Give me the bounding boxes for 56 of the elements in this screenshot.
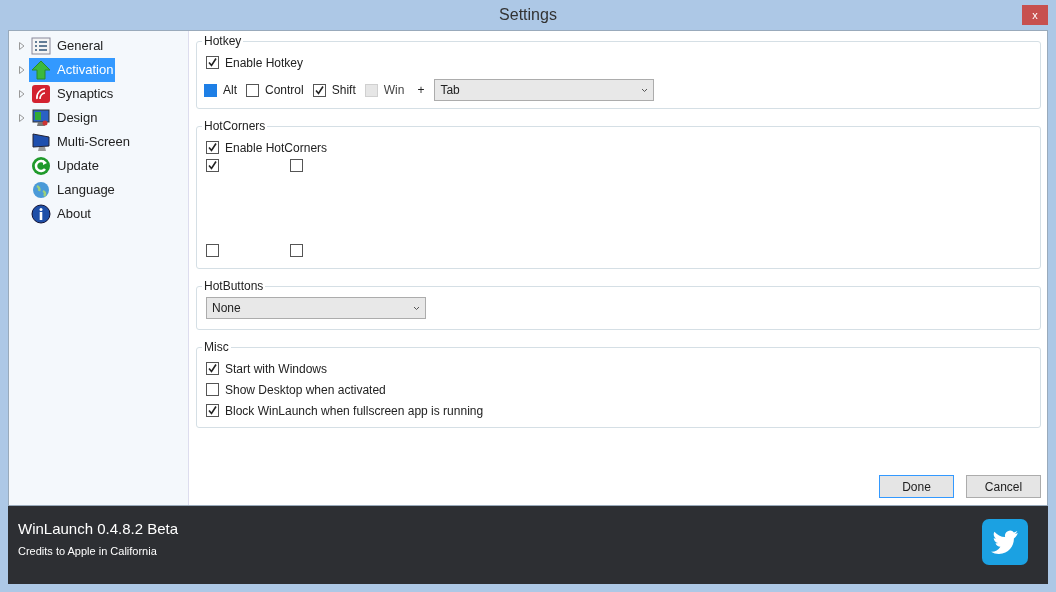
chevron-icon: [641, 87, 649, 93]
group-title: HotButtons: [202, 279, 266, 293]
group-title: Hotkey: [202, 34, 244, 48]
monitor-icon: [31, 132, 51, 152]
expand-arrow-icon[interactable]: [19, 66, 25, 74]
checkbox-label: Enable Hotkey: [225, 54, 304, 72]
checkbox-label: Start with Windows: [225, 360, 328, 378]
checkbox-label: Alt: [223, 82, 237, 99]
checkbox-label: Win: [383, 82, 405, 99]
dialog-button[interactable]: Cancel: [966, 475, 1041, 498]
sidebar-item[interactable]: Synaptics: [29, 82, 116, 106]
checkbox[interactable]: [204, 83, 217, 97]
group-title: HotCorners: [202, 119, 268, 133]
expand-arrow-icon[interactable]: [19, 42, 25, 50]
checkbox[interactable]: [312, 83, 326, 97]
window-title: Settings: [499, 5, 557, 25]
checklist-icon: [31, 37, 51, 55]
sidebar-item[interactable]: About: [29, 202, 93, 226]
dialog-button[interactable]: Done: [879, 475, 954, 498]
checkbox-label: Control: [265, 82, 304, 99]
monitor-icon: [31, 108, 51, 128]
refresh-icon: [31, 156, 51, 176]
sidebar-item[interactable]: Design: [29, 106, 100, 130]
checkbox[interactable]: [206, 159, 219, 172]
globe-icon: [32, 181, 50, 199]
checkbox[interactable]: [206, 56, 219, 69]
swirl-icon: [32, 85, 50, 103]
dropdown[interactable]: Tab: [434, 79, 655, 101]
info-icon: [31, 204, 51, 224]
sidebar-item[interactable]: Multi-Screen: [29, 130, 132, 154]
checkbox[interactable]: [290, 244, 303, 257]
dropdown[interactable]: None: [206, 297, 426, 319]
checkbox-label: Enable HotCorners: [225, 139, 328, 157]
checkbox-label: Block WinLaunch when fullscreen app is running: [225, 402, 484, 420]
checkbox[interactable]: [290, 159, 303, 172]
checkbox[interactable]: [206, 404, 219, 417]
group-title: Misc: [202, 340, 231, 354]
expand-arrow-icon[interactable]: [19, 114, 25, 122]
checkbox[interactable]: [206, 141, 219, 154]
app-version: WinLaunch 0.4.8.2 Beta: [18, 519, 179, 539]
checkbox[interactable]: [206, 244, 219, 257]
close-button[interactable]: x: [1022, 5, 1048, 25]
bird-icon[interactable]: [982, 519, 1028, 565]
checkbox-label: Shift: [331, 82, 356, 99]
checkbox-label: Show Desktop when activated: [225, 381, 386, 399]
expand-arrow-icon[interactable]: [19, 90, 25, 98]
sidebar-item[interactable]: Update: [29, 154, 101, 178]
checkbox[interactable]: [206, 383, 219, 396]
plus-sign: +: [417, 82, 425, 99]
sidebar-item[interactable]: Language: [29, 178, 117, 202]
up-arrow-icon: [31, 60, 51, 80]
checkbox[interactable]: [206, 362, 219, 375]
checkbox[interactable]: [246, 83, 259, 97]
chevron-icon: [413, 305, 420, 311]
credits-text: Credits to Apple in California: [18, 543, 158, 559]
sidebar-item[interactable]: General: [29, 34, 106, 58]
